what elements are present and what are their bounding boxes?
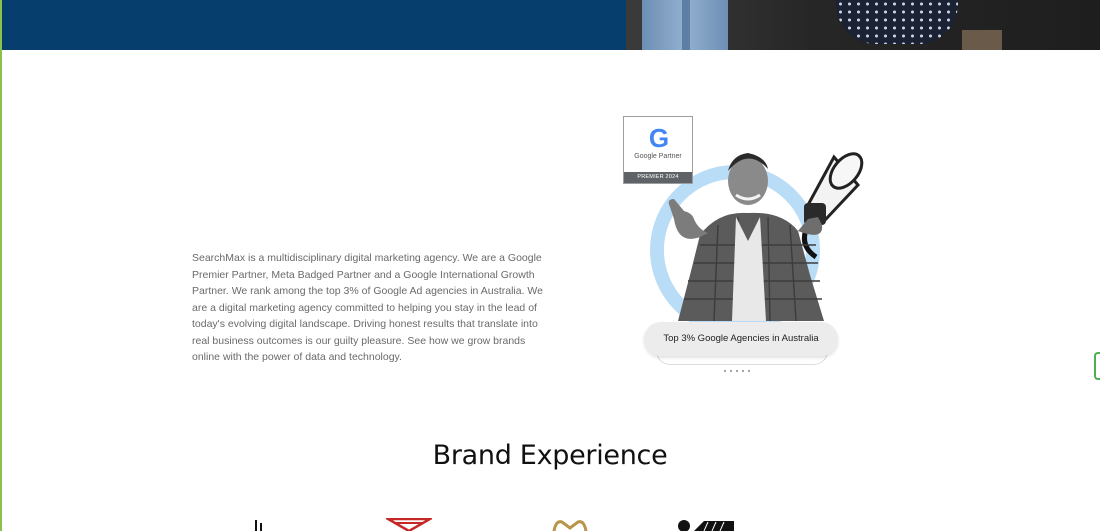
badge-tier: PREMIER 2024 [624,172,692,183]
megaphone-icon [801,152,864,260]
google-partner-badge: G Google Partner PREMIER 2024 [623,116,693,184]
about-paragraph: SearchMax is a multidisciplinary digital… [192,252,543,363]
hero-photo-floor [962,30,1002,50]
hero-photo-jeans-seam [682,0,690,50]
hero-photo-dress-pattern [836,0,958,44]
top-agencies-pill: Top 3% Google Agencies in Australia [644,322,838,356]
brand-logo-4 [678,520,734,531]
badge-title: Google Partner [634,153,682,160]
partner-visual: G Google Partner PREMIER 2024 Top 3% Goo… [620,110,870,380]
brand-experience-heading: Brand Experience [432,440,668,471]
brand-logo-2 [386,518,432,531]
side-chat-widget-tab[interactable] [1094,352,1100,380]
carousel-dots[interactable] [724,359,764,372]
google-logo-icon: G [648,123,670,153]
brand-logo-1 [255,520,262,531]
hero-banner [2,0,1100,50]
brand-logo-3 [552,520,588,531]
